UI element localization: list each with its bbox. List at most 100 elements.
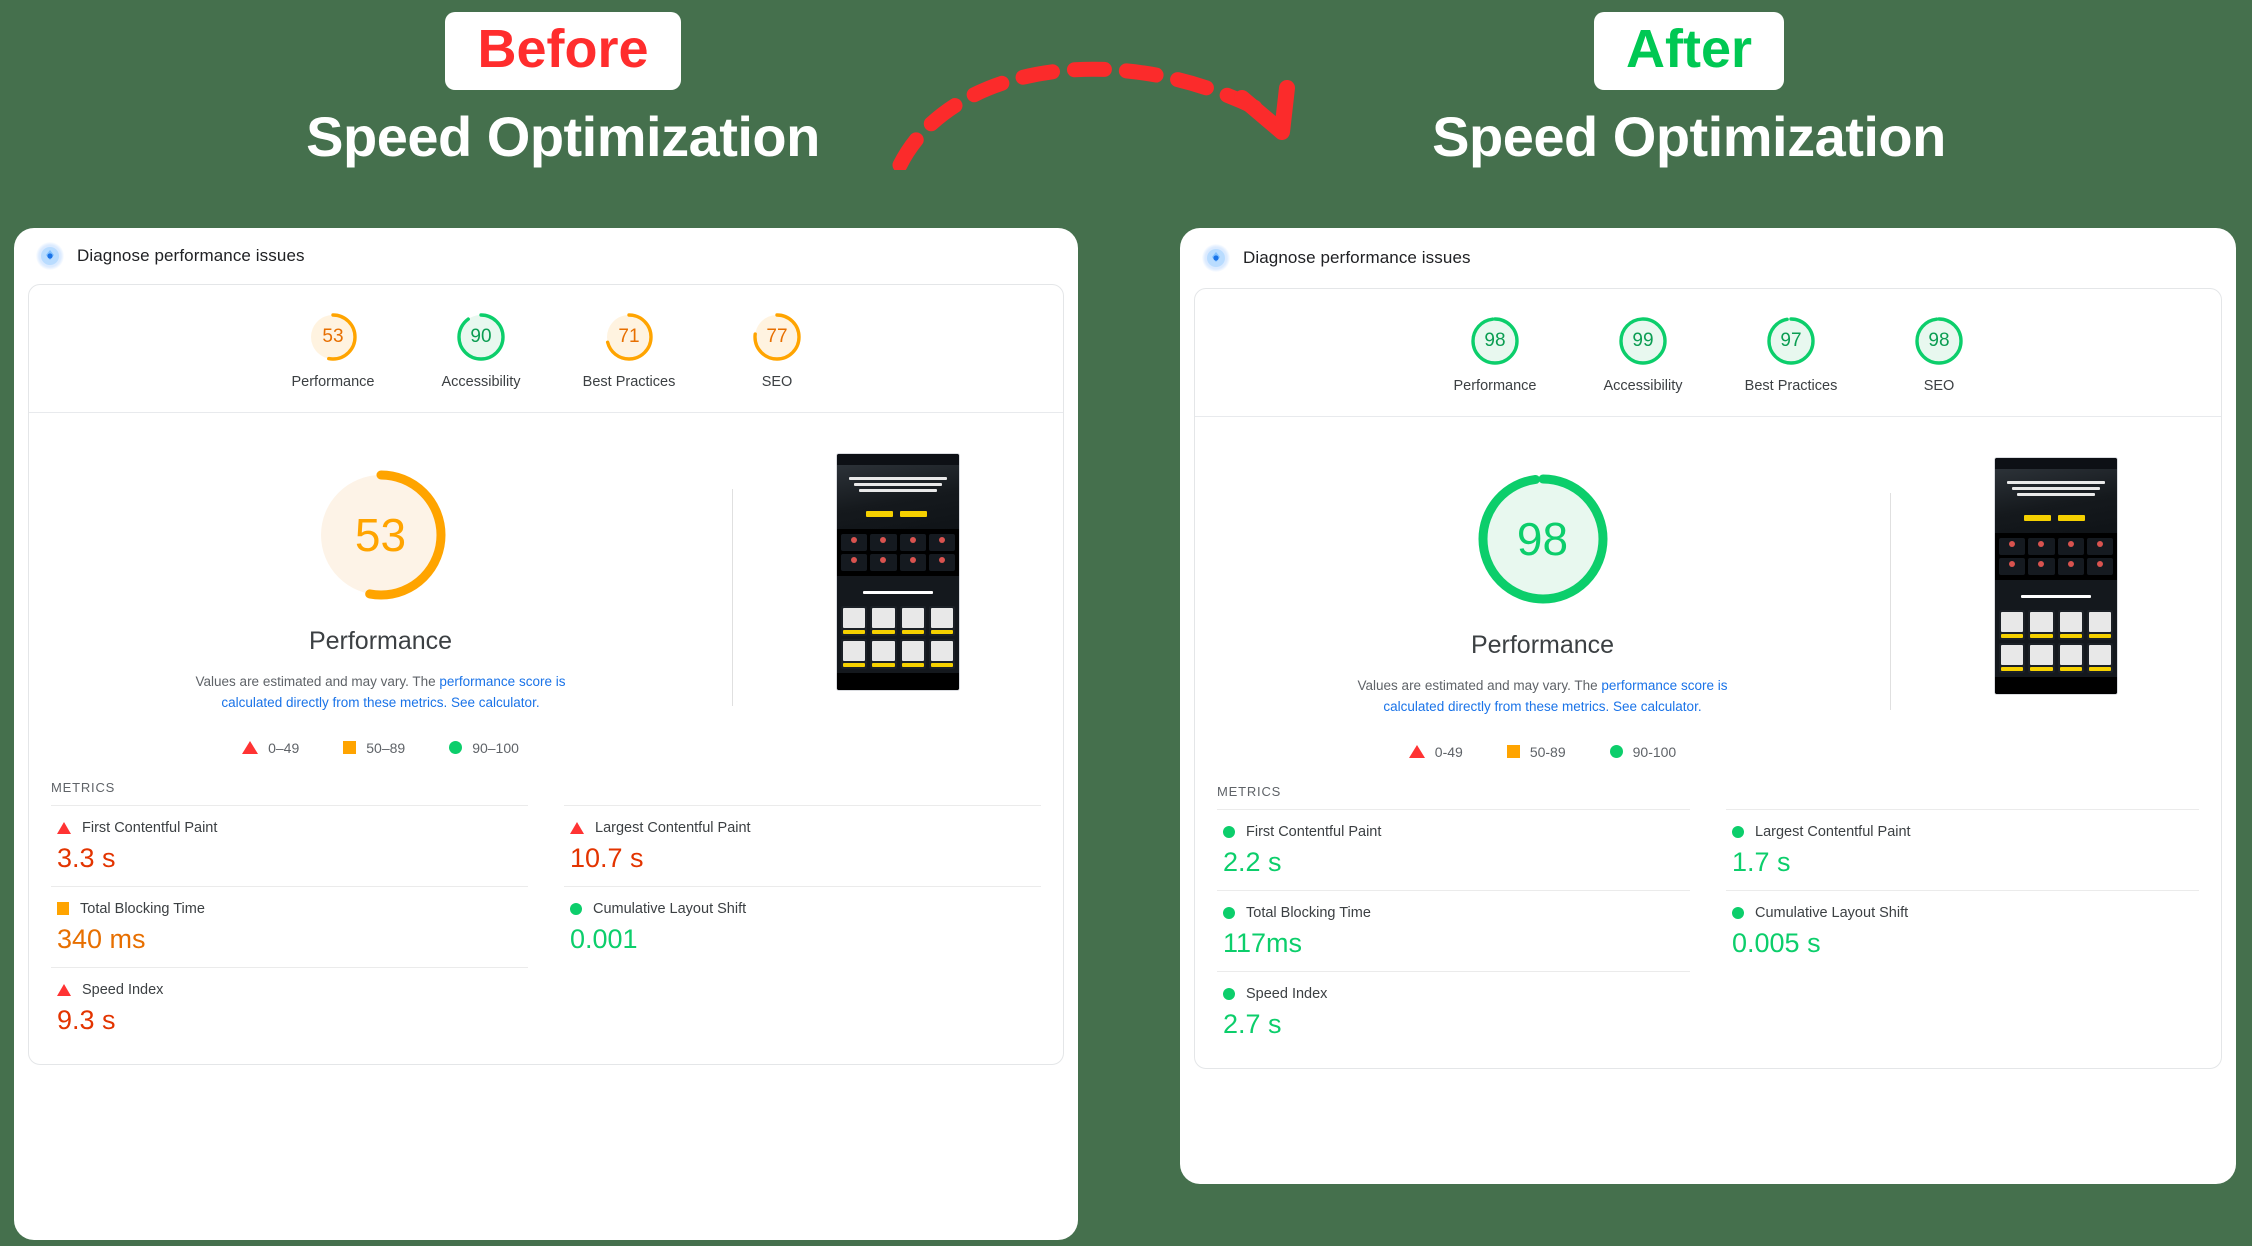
circle-icon — [1223, 987, 1235, 1000]
metric-name-text: Largest Contentful Paint — [595, 819, 751, 836]
legend-item-0-49: 0–49 — [242, 740, 299, 756]
after-summary-left: 98 Performance Values are estimated and … — [1195, 447, 1890, 768]
triangle-icon — [242, 741, 259, 755]
metric-value: 2.7 s — [1223, 1008, 1282, 1039]
triangle-icon — [570, 821, 584, 834]
gauge-performance-value: 53 — [322, 326, 344, 347]
circle-icon — [1223, 906, 1235, 919]
gauge-seo-label: SEO — [761, 374, 793, 390]
gauge-seo[interactable]: 98 SEO — [1865, 315, 2013, 394]
metric-largest-contentful-paint: Largest Contentful Paint 1.7 s — [1726, 808, 2199, 890]
curved-dashed-arrow-icon — [890, 40, 1370, 173]
after-panel-title: Diagnose performance issues — [1243, 248, 1471, 267]
after-score-gauges: 98 Performance 99 Accessibility 97 Best … — [1195, 289, 2221, 417]
gauge-seo-value: 98 — [1928, 330, 1950, 351]
gauge-best-practices[interactable]: 97 Best Practices — [1717, 315, 1865, 394]
legend-item-0-49: 0-49 — [1408, 744, 1463, 760]
before-summary: 53 Performance Values are estimated and … — [29, 413, 1063, 764]
metric-value: 2.2 s — [1223, 846, 1282, 877]
square-icon — [343, 741, 357, 755]
metric-name-text: Cumulative Layout Shift — [1755, 904, 1909, 921]
gauge-performance-label: Performance — [291, 374, 375, 390]
gauge-best-practices-value: 97 — [1780, 330, 1802, 351]
metric-name-text: Total Blocking Time — [1246, 904, 1371, 921]
before-big-gauge-label: Performance — [308, 627, 453, 655]
metric-name-text: Largest Contentful Paint — [1755, 823, 1911, 840]
metric-first-contentful-paint: First Contentful Paint 2.2 s — [1217, 808, 1690, 890]
circle-icon — [1609, 745, 1623, 759]
legend-item-50-89: 50-89 — [1506, 743, 1566, 760]
before-note-text: Values are estimated and may vary. The — [195, 674, 440, 689]
before-lighthouse-panel: Diagnose performance issues 53 Performan… — [14, 228, 1078, 1240]
before-report-card: 53 Performance 90 Accessibility 71 Best … — [28, 284, 1064, 1065]
gauge-accessibility-value: 90 — [470, 326, 492, 347]
metric-name-text: Cumulative Layout Shift — [593, 900, 747, 917]
after-big-performance-gauge: 98 — [1473, 469, 1613, 609]
before-score-note: Values are estimated and may vary. The p… — [166, 672, 596, 714]
legend-label-90-100: 90-100 — [1632, 743, 1677, 760]
gauge-accessibility[interactable]: 90 Accessibility — [407, 311, 555, 390]
square-icon — [1506, 745, 1520, 759]
legend-label-90-100: 90–100 — [472, 739, 519, 756]
metric-value: 0.001 — [570, 923, 638, 954]
square-icon — [57, 902, 69, 916]
after-summary: 98 Performance Values are estimated and … — [1195, 417, 2221, 768]
after-lighthouse-panel: Diagnose performance issues 98 Performan… — [1180, 228, 2236, 1184]
metric-speed-index: Speed Index 2.7 s — [1217, 970, 1690, 1052]
after-screenshot-area — [1891, 447, 2221, 768]
gauge-best-practices-label: Best Practices — [1744, 378, 1838, 394]
circle-icon — [449, 741, 463, 755]
gauge-performance-label: Performance — [1453, 378, 1537, 394]
circle-icon — [1732, 825, 1744, 838]
metric-value: 340 ms — [57, 923, 146, 954]
metric-largest-contentful-paint: Largest Contentful Paint 10.7 s — [564, 804, 1041, 886]
gauge-seo[interactable]: 77 SEO — [703, 311, 851, 390]
after-metrics-grid: First Contentful Paint 2.2 s Total Block… — [1195, 808, 2221, 1068]
circle-icon — [570, 902, 582, 915]
gauge-seo-label: SEO — [1923, 378, 1955, 394]
gauge-accessibility[interactable]: 99 Accessibility — [1569, 315, 1717, 394]
after-report-card: 98 Performance 99 Accessibility 97 Best … — [1194, 288, 2222, 1069]
gauge-best-practices[interactable]: 71 Best Practices — [555, 311, 703, 390]
gauge-accessibility-label: Accessibility — [441, 374, 521, 390]
after-big-gauge-label: Performance — [1470, 631, 1615, 659]
metric-name-text: First Contentful Paint — [1246, 823, 1382, 840]
before-metrics-grid: First Contentful Paint 3.3 s Total Block… — [29, 804, 1063, 1064]
metric-name-text: Speed Index — [1246, 985, 1328, 1002]
lighthouse-icon — [1202, 244, 1230, 272]
metric-first-contentful-paint: First Contentful Paint 3.3 s — [51, 804, 528, 886]
metric-value: 3.3 s — [57, 842, 116, 873]
metric-total-blocking-time: Total Blocking Time 340 ms — [51, 885, 528, 967]
after-panel-header: Diagnose performance issues — [1180, 228, 2236, 288]
metric-value: 0.005 s — [1732, 927, 1821, 958]
gauge-best-practices-value: 71 — [618, 326, 640, 347]
metric-value: 9.3 s — [57, 1004, 116, 1035]
before-metrics-col-left: First Contentful Paint 3.3 s Total Block… — [51, 804, 528, 1048]
before-legend: 0–49 50–89 90–100 — [55, 740, 706, 764]
after-badge: After — [1593, 12, 1784, 91]
gauge-performance-value: 98 — [1484, 330, 1506, 351]
gauge-best-practices-label: Best Practices — [582, 374, 676, 390]
legend-label-50-89: 50–89 — [366, 739, 406, 756]
page-screenshot-thumbnail — [836, 453, 960, 691]
after-legend: 0-49 50-89 90-100 — [1221, 744, 1864, 768]
after-note-text: Values are estimated and may vary. The — [1357, 678, 1602, 693]
see-calculator-link[interactable]: See calculator. — [1613, 699, 1702, 714]
triangle-icon — [1408, 745, 1425, 759]
metric-cumulative-layout-shift: Cumulative Layout Shift 0.001 — [564, 885, 1041, 967]
gauge-performance[interactable]: 53 Performance — [259, 311, 407, 390]
before-score-gauges: 53 Performance 90 Accessibility 71 Best … — [29, 285, 1063, 413]
metric-name-text: Total Blocking Time — [80, 900, 205, 917]
legend-item-50-89: 50–89 — [343, 740, 405, 756]
legend-label-50-89: 50-89 — [1529, 743, 1566, 760]
see-calculator-link[interactable]: See calculator. — [451, 695, 540, 710]
gauge-accessibility-label: Accessibility — [1603, 378, 1683, 394]
after-big-gauge-value: 98 — [1516, 513, 1569, 565]
legend-item-90-100: 90–100 — [449, 740, 519, 756]
before-metrics-col-right: Largest Contentful Paint 10.7 s Cumulati… — [564, 804, 1041, 1048]
gauge-performance[interactable]: 98 Performance — [1421, 315, 1569, 394]
metric-total-blocking-time: Total Blocking Time 117ms — [1217, 889, 1690, 971]
circle-icon — [1223, 825, 1235, 838]
triangle-icon — [57, 983, 71, 996]
metric-cumulative-layout-shift: Cumulative Layout Shift 0.005 s — [1726, 889, 2199, 971]
